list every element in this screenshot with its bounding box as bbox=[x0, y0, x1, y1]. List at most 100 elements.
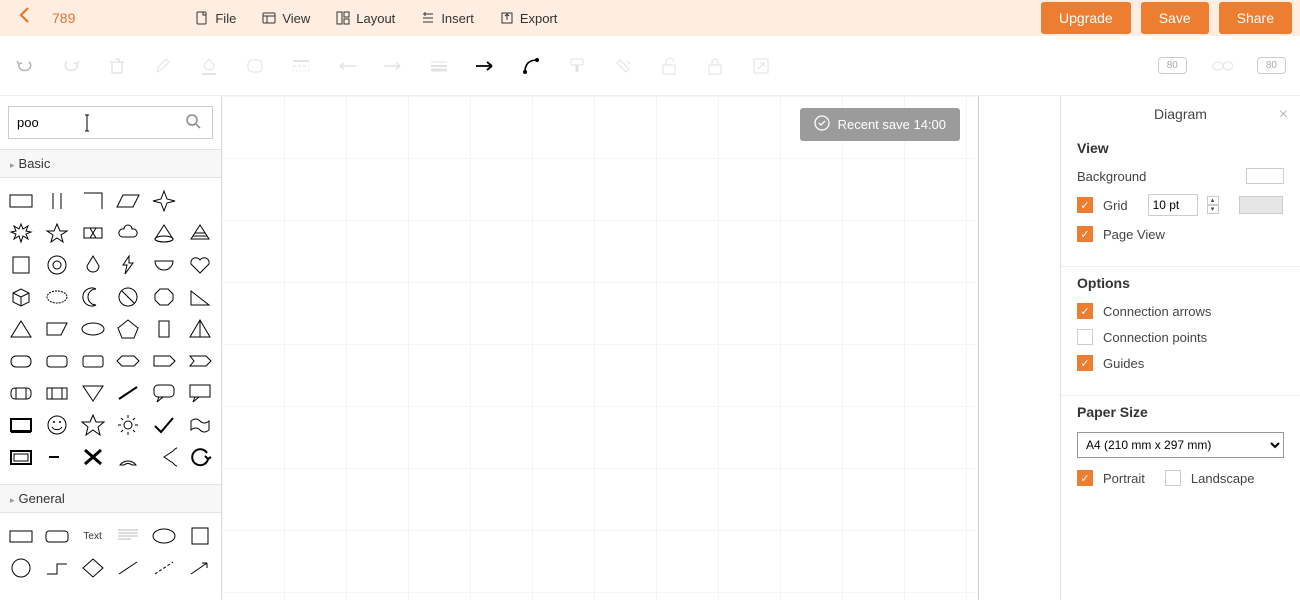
shape-frame[interactable] bbox=[6, 444, 36, 470]
shape-burst[interactable] bbox=[6, 220, 36, 246]
shape-minus[interactable] bbox=[42, 444, 72, 470]
shape-star5[interactable] bbox=[42, 220, 72, 246]
grid-color-swatch[interactable] bbox=[1239, 196, 1283, 214]
shape-arc-shape[interactable] bbox=[114, 444, 144, 470]
menu-export[interactable]: Export bbox=[500, 11, 558, 26]
menu-insert[interactable]: Insert bbox=[421, 11, 474, 26]
shape-rect[interactable] bbox=[6, 188, 36, 214]
guides-checkbox[interactable]: ✓ bbox=[1077, 355, 1093, 371]
menu-layout[interactable]: Layout bbox=[336, 11, 395, 26]
menu-view[interactable]: View bbox=[262, 11, 310, 26]
undo-button[interactable] bbox=[14, 55, 36, 77]
back-button[interactable] bbox=[8, 6, 42, 30]
shape-box-cross[interactable] bbox=[78, 220, 108, 246]
arrow-right2-button[interactable] bbox=[382, 55, 404, 77]
search-icon[interactable] bbox=[185, 113, 201, 132]
shape-square[interactable] bbox=[6, 252, 36, 278]
menu-file[interactable]: File bbox=[195, 11, 236, 26]
fill-drop-button[interactable] bbox=[198, 55, 220, 77]
shape-star4[interactable] bbox=[149, 188, 179, 214]
gshape-text[interactable]: Text bbox=[78, 523, 108, 549]
shape-pyramid[interactable] bbox=[185, 316, 215, 342]
paper-size-select[interactable]: A4 (210 mm x 297 mm) bbox=[1077, 432, 1284, 458]
background-swatch[interactable] bbox=[1246, 168, 1284, 184]
expand-button[interactable] bbox=[750, 55, 772, 77]
shape-right-triangle[interactable] bbox=[185, 284, 215, 310]
shape-no-entry[interactable] bbox=[114, 284, 144, 310]
shape-ticket2[interactable] bbox=[42, 380, 72, 406]
lock-open-button[interactable] bbox=[658, 55, 680, 77]
gshape-diamond[interactable] bbox=[78, 555, 108, 581]
shape-tag-notch[interactable] bbox=[185, 348, 215, 374]
category-basic[interactable]: Basic bbox=[0, 149, 221, 178]
share-button[interactable]: Share bbox=[1219, 2, 1292, 34]
shape-parallelogram[interactable] bbox=[114, 188, 144, 214]
shape-rounded2[interactable] bbox=[42, 348, 72, 374]
shape-sun[interactable] bbox=[114, 412, 144, 438]
shape-search-input[interactable] bbox=[8, 106, 213, 139]
grid-spinner[interactable]: ▴▾ bbox=[1207, 196, 1219, 214]
redo-button[interactable] bbox=[60, 55, 82, 77]
gshape-dashed[interactable] bbox=[149, 555, 179, 581]
gshape-line[interactable] bbox=[114, 555, 144, 581]
shape-ticket[interactable] bbox=[6, 380, 36, 406]
shape-half-circle[interactable] bbox=[149, 252, 179, 278]
portrait-checkbox[interactable]: ✓ bbox=[1077, 470, 1093, 486]
shape-tag[interactable] bbox=[149, 348, 179, 374]
pageview-checkbox[interactable]: ✓ bbox=[1077, 226, 1093, 242]
shape-oval-burst[interactable] bbox=[42, 284, 72, 310]
gshape-rect[interactable] bbox=[6, 523, 36, 549]
upgrade-button[interactable]: Upgrade bbox=[1041, 2, 1131, 34]
conn-points-checkbox[interactable] bbox=[1077, 329, 1093, 345]
shape-cone[interactable] bbox=[149, 220, 179, 246]
waypoint-button[interactable] bbox=[520, 55, 542, 77]
shape-bolt[interactable] bbox=[114, 252, 144, 278]
rounded-button[interactable] bbox=[244, 55, 266, 77]
document-title[interactable]: 789 bbox=[52, 10, 75, 26]
shape-corner[interactable] bbox=[78, 188, 108, 214]
clear-format-button[interactable] bbox=[612, 55, 634, 77]
shape-moon[interactable] bbox=[78, 284, 108, 310]
shape-pentagon[interactable] bbox=[114, 316, 144, 342]
shape-rounded3[interactable] bbox=[78, 348, 108, 374]
shape-triangle[interactable] bbox=[6, 316, 36, 342]
save-button[interactable]: Save bbox=[1141, 2, 1209, 34]
gshape-square[interactable] bbox=[185, 523, 215, 549]
grid-checkbox[interactable]: ✓ bbox=[1077, 197, 1093, 213]
shape-callout[interactable] bbox=[185, 380, 215, 406]
shape-drop[interactable] bbox=[78, 252, 108, 278]
conn-arrows-checkbox[interactable]: ✓ bbox=[1077, 303, 1093, 319]
shape-octagon[interactable] bbox=[149, 284, 179, 310]
canvas[interactable]: Recent save 14:00 bbox=[222, 96, 1060, 600]
format-paint-button[interactable] bbox=[566, 55, 588, 77]
shape-rect-narrow[interactable] bbox=[149, 316, 179, 342]
shape-check[interactable] bbox=[149, 412, 179, 438]
edit-button[interactable] bbox=[152, 55, 174, 77]
gshape-arrow[interactable] bbox=[185, 555, 215, 581]
shape-smiley[interactable] bbox=[42, 412, 72, 438]
grid-size-input[interactable] bbox=[1148, 194, 1198, 216]
shape-x[interactable] bbox=[78, 444, 108, 470]
close-icon[interactable]: × bbox=[1279, 106, 1288, 124]
gshape-ellipse[interactable] bbox=[149, 523, 179, 549]
shape-pac[interactable] bbox=[149, 444, 179, 470]
shape-line-diag[interactable] bbox=[114, 380, 144, 406]
gshape-circle[interactable] bbox=[6, 555, 36, 581]
shape-star-outline[interactable] bbox=[78, 412, 108, 438]
shape-screen[interactable] bbox=[6, 412, 36, 438]
shape-cone-hatch[interactable] bbox=[185, 220, 215, 246]
landscape-checkbox[interactable] bbox=[1165, 470, 1181, 486]
shape-callout-round[interactable] bbox=[149, 380, 179, 406]
arrow-left-button[interactable] bbox=[336, 55, 358, 77]
line-style-button[interactable] bbox=[290, 55, 312, 77]
shape-donut[interactable] bbox=[42, 252, 72, 278]
shape-cube[interactable] bbox=[6, 284, 36, 310]
shape-wave-flag[interactable] bbox=[185, 412, 215, 438]
shapes-scroll[interactable]: Basic bbox=[0, 149, 221, 600]
shape-heart[interactable] bbox=[185, 252, 215, 278]
category-general[interactable]: General bbox=[0, 484, 221, 513]
shape-hexagon-h[interactable] bbox=[114, 348, 144, 374]
arrow-right-button[interactable] bbox=[474, 55, 496, 77]
shape-cloud[interactable] bbox=[114, 220, 144, 246]
link-value-left[interactable]: 80 bbox=[1158, 57, 1187, 74]
